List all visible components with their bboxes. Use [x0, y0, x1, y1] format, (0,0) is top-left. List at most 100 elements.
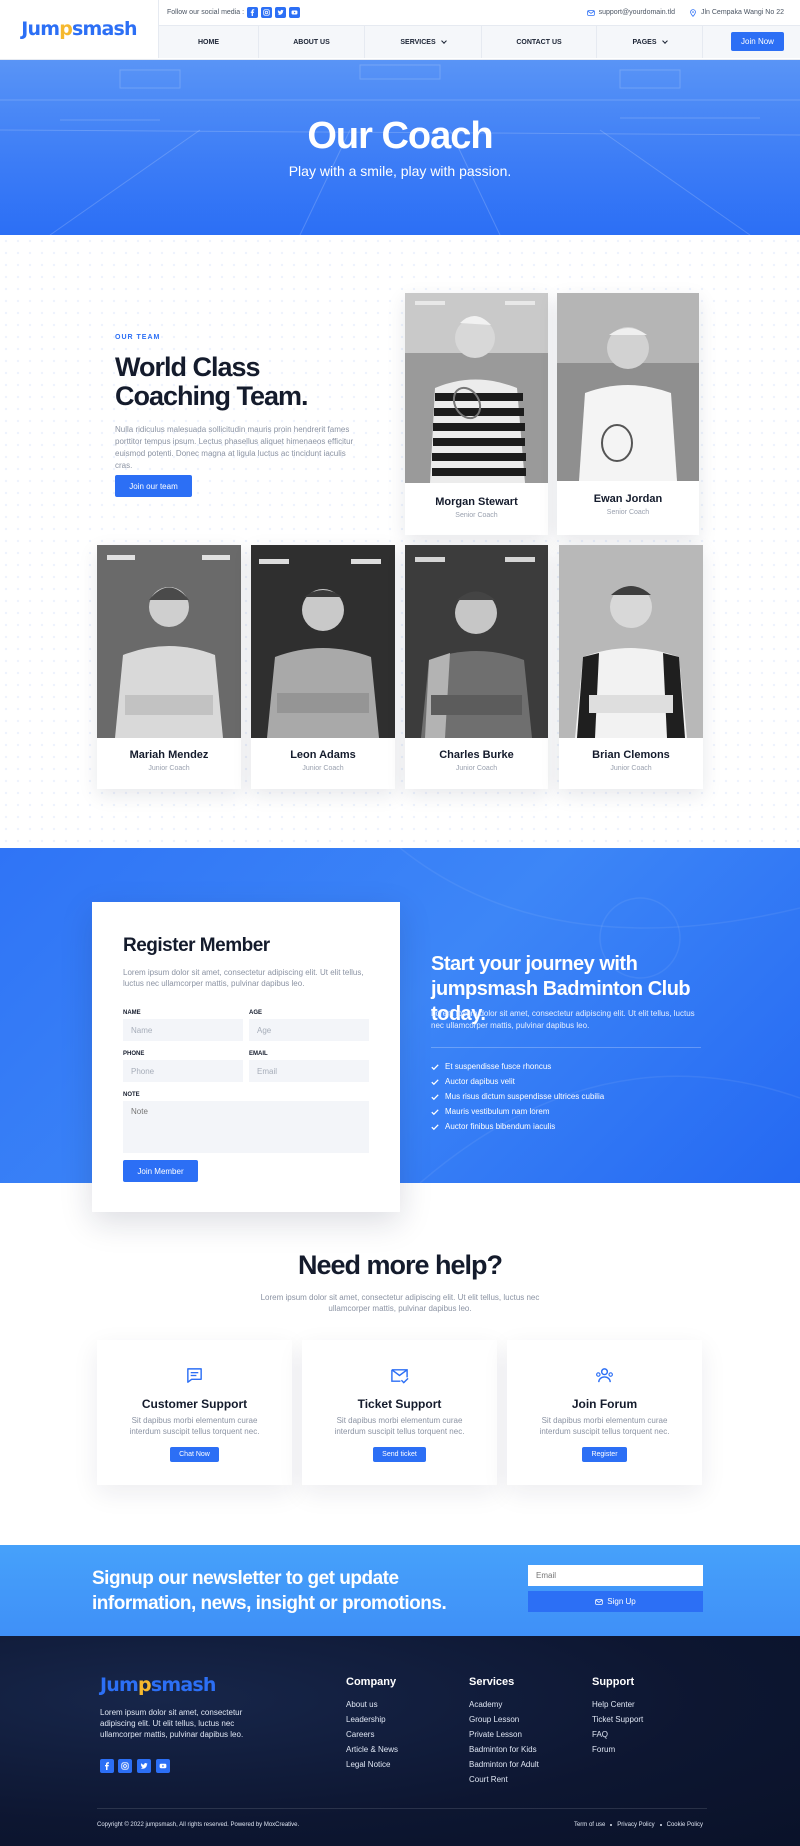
chat-now-button[interactable]: Chat Now	[170, 1447, 219, 1462]
privacy-link[interactable]: Privacy Policy	[617, 1822, 654, 1828]
footer-description: Lorem ipsum dolor sit amet, consectetur …	[100, 1708, 244, 1739]
facebook-icon[interactable]	[100, 1759, 114, 1773]
instagram-icon[interactable]	[261, 7, 273, 18]
coach-name: Mariah Mendez	[129, 749, 209, 761]
footer-link[interactable]: Legal Notice	[346, 1760, 390, 1769]
help-title: Need more help?	[297, 1250, 503, 1280]
mail-icon	[595, 1598, 604, 1605]
main-nav: HOME ABOUT US SERVICES CONTACT US PAGES …	[159, 26, 800, 58]
coach-role: Junior Coach	[302, 765, 344, 772]
coach-photo	[557, 293, 699, 481]
coach-name: Ewan Jordan	[593, 493, 663, 505]
register-button[interactable]: Register	[582, 1447, 627, 1462]
nav-pages-label: PAGES	[632, 38, 657, 46]
promo-divider	[431, 1047, 701, 1048]
footer-link[interactable]: Court Rent	[469, 1775, 508, 1784]
footer-link[interactable]: Badminton for Adult	[469, 1760, 539, 1769]
join-now-button[interactable]: Join Now	[731, 32, 784, 51]
help-card-description: Sit dapibus morbi elementum curae interd…	[334, 1416, 465, 1436]
address-text: Jln Cempaka Wangi No 22	[700, 9, 784, 16]
coach-name: Charles Burke	[439, 749, 514, 761]
footer-link[interactable]: Article & News	[346, 1745, 398, 1754]
footer-link[interactable]: FAQ	[592, 1730, 608, 1739]
footer-col-title: Services	[469, 1676, 515, 1688]
footer-link[interactable]: Help Center	[592, 1700, 635, 1709]
coach-role: Junior Coach	[610, 765, 652, 772]
chevron-down-icon	[440, 38, 447, 44]
youtube-icon[interactable]	[289, 7, 301, 18]
support-email[interactable]: support@yourdomain.tld	[599, 9, 675, 16]
legal-links: Term of use Privacy Policy Cookie Policy	[574, 1822, 703, 1828]
help-card-description: Sit dapibus morbi elementum curae interd…	[539, 1416, 670, 1436]
coach-card[interactable]: Ewan Jordan Senior Coach	[557, 293, 699, 535]
footer-col-title: Company	[346, 1676, 397, 1688]
facebook-icon[interactable]	[247, 7, 259, 18]
footer-link[interactable]: Badminton for Kids	[469, 1745, 537, 1754]
nav-about-label: ABOUT US	[293, 38, 330, 46]
coach-name: Leon Adams	[290, 749, 356, 761]
register-form-card: Register Member Lorem ipsum dolor sit am…	[92, 902, 400, 1212]
mail-icon	[586, 9, 595, 17]
benefit-text: Et suspendisse fusce rhoncus	[445, 1062, 552, 1071]
name-label: NAME	[123, 1010, 141, 1016]
note-label: NOTE	[123, 1092, 140, 1098]
nav-services-label: SERVICES	[400, 38, 436, 46]
footer-link[interactable]: Forum	[592, 1745, 615, 1754]
separator-dot	[659, 1824, 662, 1826]
coach-card[interactable]: Brian Clemons Junior Coach	[559, 545, 703, 789]
twitter-icon[interactable]	[275, 7, 287, 18]
footer-logo[interactable]: Jumpsmash	[100, 1674, 216, 1696]
coach-card[interactable]: Charles Burke Junior Coach	[405, 545, 548, 789]
footer-link[interactable]: Group Lesson	[469, 1715, 519, 1724]
phone-label: PHONE	[123, 1051, 145, 1057]
help-description: Lorem ipsum dolor sit amet, consectetur …	[260, 1293, 540, 1313]
site-logo[interactable]: Jumpsmash	[0, 0, 159, 58]
newsletter-email-input[interactable]	[528, 1565, 703, 1586]
check-icon	[431, 1078, 439, 1085]
terms-link[interactable]: Term of use	[574, 1822, 605, 1828]
footer-link[interactable]: About us	[346, 1700, 378, 1709]
hero-banner: Our Coach Play with a smile, play with p…	[0, 60, 800, 235]
cookie-link[interactable]: Cookie Policy	[667, 1822, 703, 1828]
nav-pages[interactable]: PAGES	[597, 26, 703, 58]
chat-icon	[187, 1368, 202, 1383]
sign-up-button[interactable]: Sign Up	[528, 1591, 703, 1612]
coach-photo	[559, 545, 703, 738]
coach-card[interactable]: Mariah Mendez Junior Coach	[97, 545, 241, 789]
age-input[interactable]	[249, 1019, 369, 1041]
newsletter-title: Signup our newsletter to get update info…	[92, 1568, 447, 1614]
youtube-icon[interactable]	[156, 1759, 170, 1773]
mail-check-icon	[391, 1369, 409, 1384]
footer-col-title: Support	[592, 1676, 635, 1688]
instagram-icon[interactable]	[118, 1759, 132, 1773]
coach-role: Senior Coach	[606, 509, 650, 516]
benefit-item: Mus risus dictum suspendisse ultrices cu…	[431, 1092, 604, 1101]
nav-home[interactable]: HOME	[159, 26, 259, 58]
footer-link[interactable]: Private Lesson	[469, 1730, 522, 1739]
note-textarea[interactable]	[123, 1101, 369, 1153]
check-icon	[431, 1063, 439, 1070]
help-card-ticket-support: Ticket Support Sit dapibus morbi element…	[302, 1340, 497, 1485]
email-input[interactable]	[249, 1060, 369, 1082]
phone-input[interactable]	[123, 1060, 243, 1082]
copyright-text: Copyright © 2022 jumpsmash, All rights r…	[97, 1822, 300, 1828]
nav-contact-us[interactable]: CONTACT US	[482, 26, 597, 58]
benefit-text: Mus risus dictum suspendisse ultrices cu…	[445, 1092, 605, 1101]
coach-card[interactable]: Morgan Stewart Senior Coach	[405, 293, 548, 535]
coach-photo	[97, 545, 241, 738]
footer-link[interactable]: Careers	[346, 1730, 374, 1739]
coach-name: Morgan Stewart	[435, 496, 518, 508]
name-input[interactable]	[123, 1019, 243, 1041]
coach-card[interactable]: Leon Adams Junior Coach	[251, 545, 395, 789]
footer-link[interactable]: Ticket Support	[592, 1715, 643, 1724]
join-team-button[interactable]: Join our team	[115, 475, 192, 497]
footer-link[interactable]: Academy	[469, 1700, 502, 1709]
footer-link[interactable]: Leadership	[346, 1715, 386, 1724]
coach-name: Brian Clemons	[592, 749, 670, 761]
nav-services[interactable]: SERVICES	[365, 26, 482, 58]
send-ticket-button[interactable]: Send ticket	[373, 1447, 426, 1462]
twitter-icon[interactable]	[137, 1759, 151, 1773]
join-member-button[interactable]: Join Member	[123, 1160, 198, 1182]
nav-about-us[interactable]: ABOUT US	[259, 26, 365, 58]
nav-home-label: HOME	[198, 38, 219, 46]
